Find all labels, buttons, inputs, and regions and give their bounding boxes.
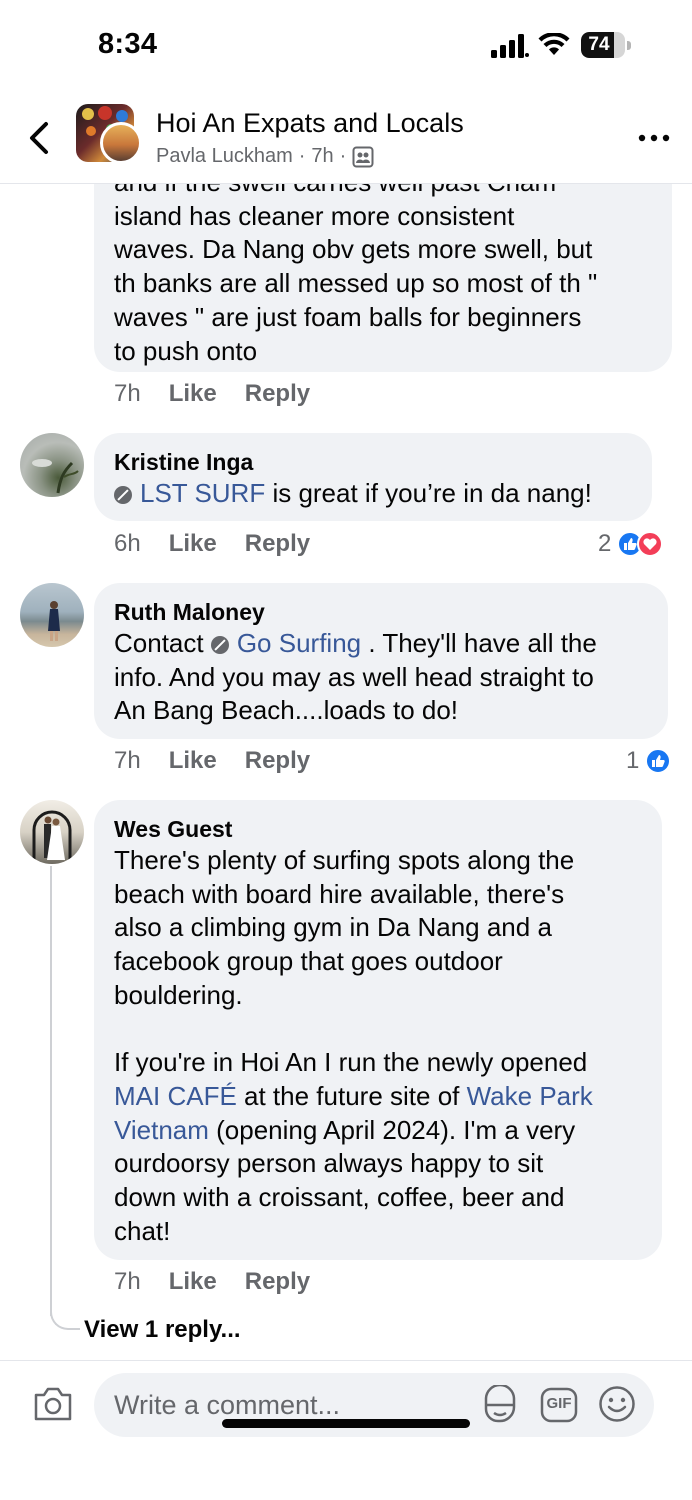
love-reaction-icon — [637, 531, 664, 557]
sticker-icon[interactable] — [480, 1385, 520, 1425]
reply-button[interactable]: Reply — [245, 530, 310, 558]
comment-text: LST SURF is great if you’re in da nang! — [114, 477, 632, 511]
author-avatar[interactable] — [100, 122, 142, 164]
comment-time: 7h — [114, 380, 141, 407]
mention-link[interactable]: Go Surfing — [237, 628, 361, 658]
emoji-icon[interactable] — [598, 1385, 636, 1423]
like-reaction-icon — [645, 748, 672, 774]
gif-label: GIF — [546, 1395, 572, 1412]
mention-link[interactable]: Wake Park — [467, 1081, 593, 1111]
page-badge-icon — [210, 636, 229, 654]
comment-bubble[interactable]: and if the swell carries well past Cham … — [94, 152, 672, 372]
avatar[interactable] — [20, 583, 84, 647]
like-button[interactable]: Like — [169, 1268, 217, 1296]
comment-text: There's plenty of surfing spots along th… — [114, 845, 593, 1246]
group-members-icon — [352, 146, 374, 167]
comment-composer: GIF — [0, 1360, 692, 1500]
reply-button[interactable]: Reply — [245, 380, 310, 408]
reaction-count: 2 — [598, 530, 612, 557]
avatar[interactable] — [20, 433, 84, 497]
like-button[interactable]: Like — [169, 530, 217, 558]
more-icon[interactable] — [636, 126, 672, 150]
reaction-summary[interactable]: 1 — [626, 747, 672, 775]
mention-link[interactable]: LST SURF — [140, 478, 265, 508]
comment-text: Contact Go Surfing . They'll have all th… — [114, 628, 597, 726]
like-button[interactable]: Like — [169, 747, 217, 775]
view-replies-link[interactable]: View 1 reply... — [84, 1316, 241, 1344]
post-meta: Pavla Luckham · 7h · — [156, 145, 374, 168]
post-header: Hoi An Expats and Locals Pavla Luckham ·… — [0, 92, 692, 184]
reaction-summary[interactable]: 2 — [598, 530, 664, 558]
post-author[interactable]: Pavla Luckham — [156, 145, 293, 168]
camera-icon[interactable] — [32, 1385, 74, 1423]
reply-button[interactable]: Reply — [245, 747, 310, 775]
comment-bubble[interactable]: Ruth Maloney Contact Go Surfing . They'l… — [94, 583, 668, 739]
comments-list[interactable]: and if the swell carries well past Cham … — [0, 0, 692, 1360]
gif-icon[interactable]: GIF — [540, 1387, 578, 1423]
mention-link[interactable]: Vietnam — [114, 1115, 209, 1145]
comment-author[interactable]: Ruth Maloney — [114, 597, 648, 627]
home-indicator — [222, 1419, 470, 1428]
like-button[interactable]: Like — [169, 380, 217, 408]
comment-time: 7h — [114, 747, 141, 774]
reply-thread-line — [50, 866, 52, 1316]
group-name[interactable]: Hoi An Expats and Locals — [156, 108, 464, 139]
back-arrow-icon[interactable] — [22, 120, 56, 156]
comment-author[interactable]: Wes Guest — [114, 814, 642, 844]
comment-actions: 7h Like Reply — [114, 747, 310, 775]
reaction-count: 1 — [626, 747, 640, 774]
mention-link[interactable]: MAI CAFÉ — [114, 1081, 237, 1111]
comment-actions: 7h Like Reply — [114, 1268, 310, 1296]
comment-text: and if the swell carries well past Cham … — [114, 167, 598, 366]
avatar[interactable] — [20, 800, 84, 864]
reply-button[interactable]: Reply — [245, 1268, 310, 1296]
comment-bubble[interactable]: Wes Guest There's plenty of surfing spot… — [94, 800, 662, 1260]
comment-time: 7h — [114, 1268, 141, 1295]
reply-thread-curve — [50, 1296, 80, 1330]
comment-actions: 7h Like Reply — [114, 380, 310, 408]
comment-bubble[interactable]: Kristine Inga LST SURF is great if you’r… — [94, 433, 652, 521]
comment-time: 6h — [114, 530, 141, 557]
page-badge-icon — [114, 486, 132, 504]
comment-actions: 6h Like Reply — [114, 530, 310, 558]
post-time: 7h — [311, 145, 334, 167]
comment-author[interactable]: Kristine Inga — [114, 447, 632, 477]
